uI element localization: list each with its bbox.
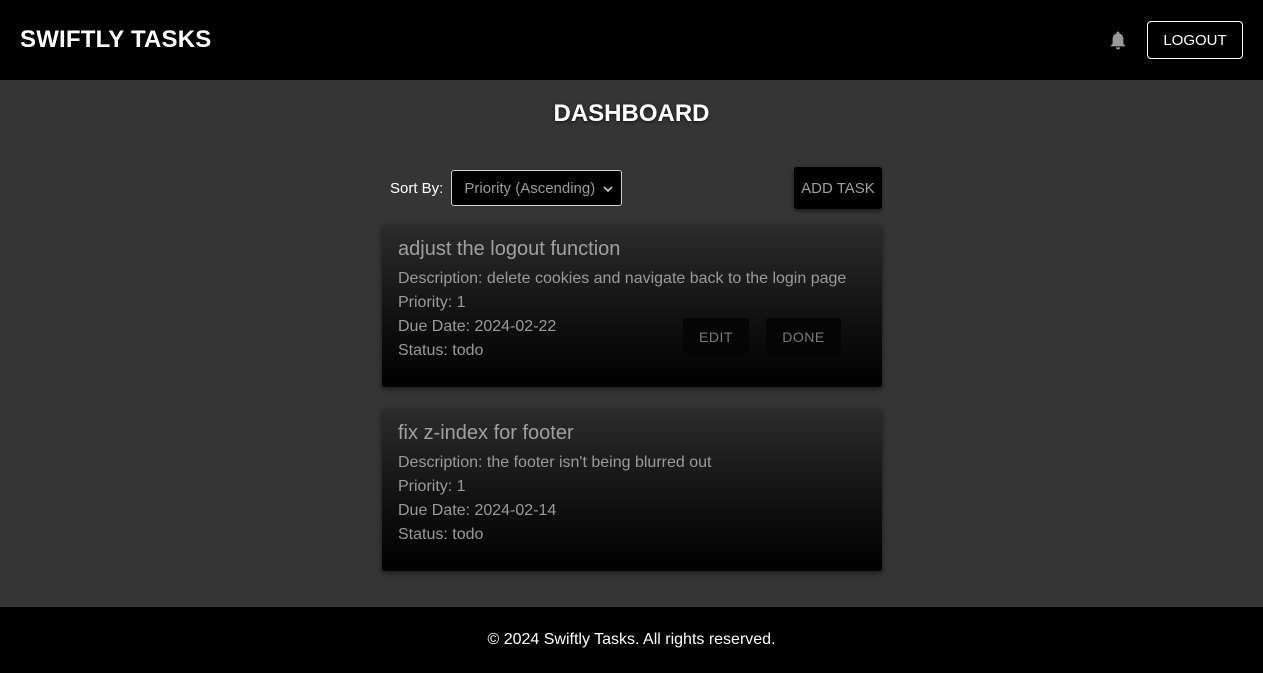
navbar: SWIFTLY TASKS LOGOUT [0,0,1263,80]
done-task-button[interactable]: DONE [766,318,841,355]
sort-selected-value: Priority (Ascending) [464,179,596,197]
page-title: DASHBOARD [553,100,710,127]
task-priority: Priority: 1 [398,294,466,311]
edit-task-button[interactable]: EDIT [683,318,749,355]
task-card: adjust the logout function Description: … [382,224,882,387]
add-task-button[interactable]: ADD TASK [794,167,882,209]
task-description: Description: delete cookies and navigate… [398,270,847,287]
sort-control: Sort By: Priority (Ascending) [382,170,623,206]
task-title: fix z-index for footer [398,422,574,444]
brand-title[interactable]: SWIFTLY TASKS [20,26,212,54]
chevron-down-icon [603,180,613,197]
task-actions: EDIT DONE [683,318,841,355]
footer-copyright: © 2024 Swiftly Tasks. All rights reserve… [487,631,776,648]
sort-label: Sort By: [390,179,444,197]
task-toolbar: Sort By: Priority (Ascending) ADD TASK [382,167,882,209]
task-status: Status: todo [398,526,484,543]
sort-select[interactable]: Priority (Ascending) [451,170,623,206]
footer: © 2024 Swiftly Tasks. All rights reserve… [0,607,1263,673]
logout-button[interactable]: LOGOUT [1147,21,1243,59]
nav-actions: LOGOUT [1107,21,1243,59]
task-priority: Priority: 1 [398,478,466,495]
task-description: Description: the footer isn't being blur… [398,454,712,471]
task-card: fix z-index for footer Description: the … [382,408,882,571]
task-title: adjust the logout function [398,238,621,260]
bell-icon[interactable] [1107,29,1129,51]
task-due-date: Due Date: 2024-02-14 [398,502,557,519]
